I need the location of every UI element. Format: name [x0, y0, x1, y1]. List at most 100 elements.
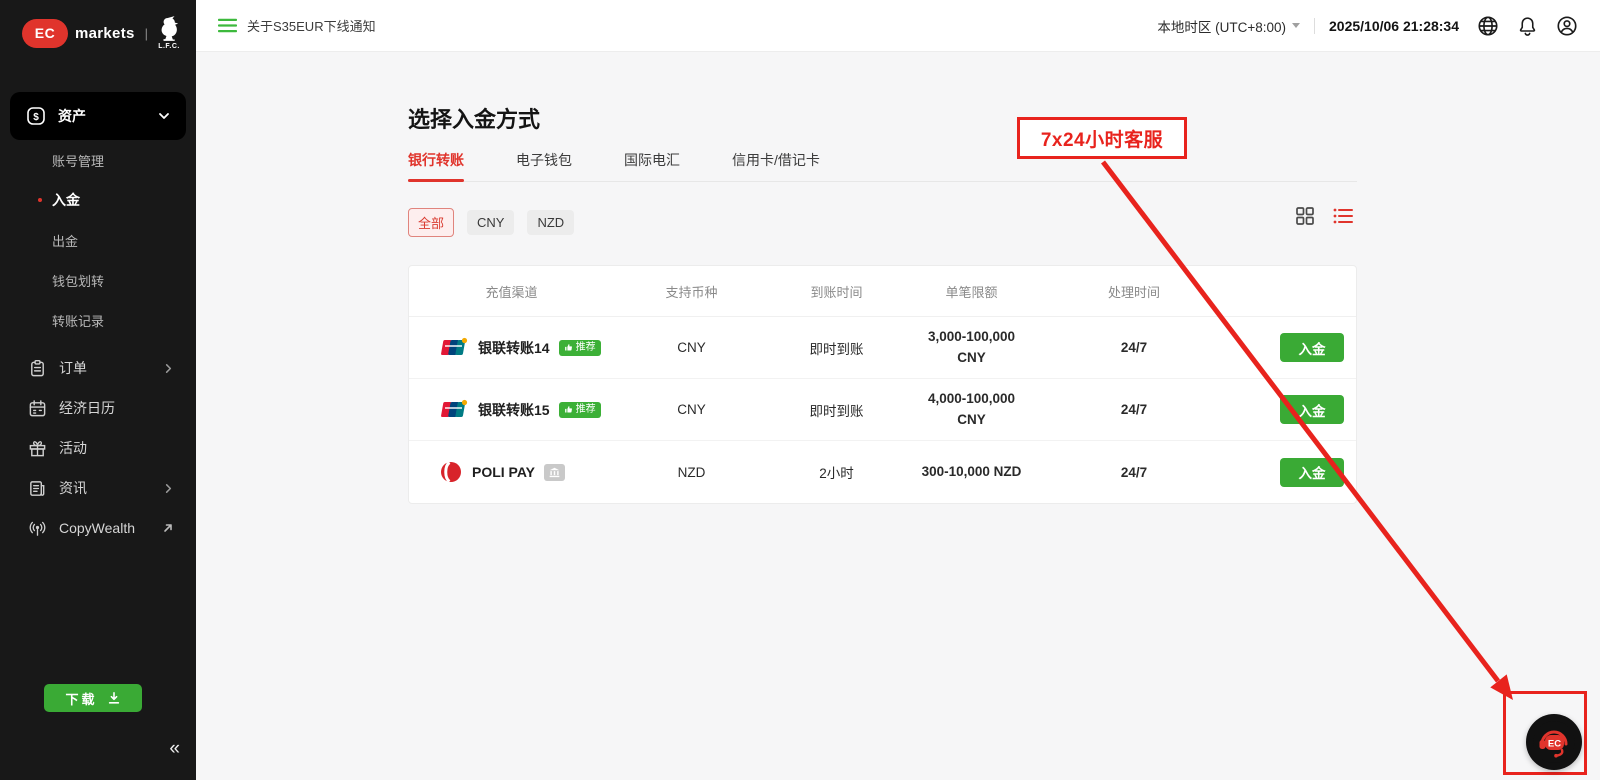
filter-chip-nzd[interactable]: NZD — [527, 210, 574, 235]
sub-item-label: 钱包划转 — [52, 271, 104, 290]
filter-chip-all[interactable]: 全部 — [408, 208, 454, 237]
tab-e-wallet[interactable]: 电子钱包 — [516, 150, 572, 181]
annotation-highlight-box: EC — [1503, 691, 1587, 775]
currency-cell: NZD — [604, 465, 779, 480]
thumb-up-icon — [564, 343, 573, 352]
deposit-button[interactable]: 入金 — [1280, 458, 1344, 487]
tab-bank-transfer[interactable]: 银行转账 — [408, 150, 464, 181]
sidebar-item-copywealth[interactable]: CopyWealth — [0, 508, 196, 548]
limit-cell: 300-10,000 NZD — [913, 462, 1031, 483]
deposit-button[interactable]: 入金 — [1280, 333, 1344, 362]
calendar-icon — [28, 399, 47, 418]
brand-logo: EC markets | L.F.C. — [0, 0, 196, 66]
table-header-row: 充值渠道 支持币种 到账时间 单笔限额 处理时间 — [409, 266, 1356, 317]
sidebar-collapse-button[interactable]: « — [169, 739, 180, 758]
view-toggles — [1295, 206, 1353, 226]
topbar-right: 本地时区 (UTC+8:00) 2025/10/06 21:28:34 — [1157, 15, 1578, 37]
arrival-cell: 即时到账 — [779, 338, 894, 358]
table-row: 银联转账15 推荐 CNY 即时到账 4,000-100,000 CNY 24/… — [409, 379, 1356, 441]
caret-down-icon — [1292, 23, 1300, 28]
unionpay-logo — [439, 337, 469, 358]
customer-service-button[interactable]: EC — [1526, 714, 1582, 770]
arrival-cell: 即时到账 — [779, 400, 894, 420]
processing-cell: 24/7 — [1049, 402, 1219, 417]
processing-cell: 24/7 — [1049, 340, 1219, 355]
download-button[interactable]: 下载 — [44, 684, 142, 712]
list-view-icon[interactable] — [1333, 207, 1353, 225]
server-datetime: 2025/10/06 21:28:34 — [1329, 18, 1459, 34]
brand-divider: | — [145, 26, 148, 41]
currency-cell: CNY — [604, 340, 779, 355]
annotation-label: 7x24小时客服 — [1041, 125, 1163, 152]
sidebar-item-assets[interactable]: $ 资产 — [10, 92, 186, 140]
table-row: 银联转账14 推荐 CNY 即时到账 3,000-100,000 CNY 24/… — [409, 317, 1356, 379]
gift-icon — [28, 439, 47, 458]
arrival-cell: 2小时 — [779, 462, 894, 482]
sidebar-item-deposit[interactable]: 入金 — [0, 180, 196, 220]
lfc-label: L.F.C. — [158, 43, 180, 50]
lfc-logo: L.F.C. — [158, 16, 180, 50]
channel-cell: POLI PAY — [409, 460, 604, 484]
limit-cell: 3,000-100,000 CNY — [913, 327, 1031, 369]
user-account-icon[interactable] — [1556, 15, 1578, 37]
tab-credit-debit-card[interactable]: 信用卡/借记卡 — [732, 150, 820, 181]
sub-item-label: 出金 — [52, 231, 78, 250]
sub-item-label: 入金 — [52, 190, 80, 210]
sidebar-item-label: 经济日历 — [59, 398, 115, 418]
deposit-button[interactable]: 入金 — [1280, 395, 1344, 424]
sidebar-item-activities[interactable]: 活动 — [0, 428, 196, 468]
asset-dollar-icon: $ — [26, 106, 46, 126]
external-link-icon — [162, 522, 174, 534]
broadcast-icon — [28, 519, 47, 538]
notice-text: 关于S35EUR下线通知 — [247, 16, 376, 35]
thumb-up-icon — [564, 405, 573, 414]
page-title: 选择入金方式 — [408, 102, 1357, 134]
processing-cell: 24/7 — [1049, 465, 1219, 480]
sidebar-menu: $ 资产 账号管理 入金 出金 钱包划转 转账记录 — [0, 92, 196, 548]
channel-cell: 银联转账14 推荐 — [409, 337, 604, 358]
news-icon — [28, 479, 47, 498]
sidebar-item-account-management[interactable]: 账号管理 — [0, 140, 196, 180]
notice-list-icon — [218, 18, 237, 33]
svg-text:EC: EC — [1548, 739, 1561, 750]
notifications-bell-icon[interactable] — [1517, 15, 1538, 37]
recommended-badge: 推荐 — [559, 340, 601, 356]
language-globe-icon[interactable] — [1477, 15, 1499, 37]
sidebar-item-label: 资讯 — [59, 478, 87, 498]
col-header-arrival: 到账时间 — [779, 282, 894, 301]
sidebar-item-label: CopyWealth — [59, 520, 135, 536]
liver-bird-icon — [158, 16, 180, 42]
table-row: POLI PAY NZD 2小时 300-10,000 NZD 24/7 入金 — [409, 441, 1356, 503]
brand-name: markets — [75, 25, 135, 42]
sidebar-item-transfer-records[interactable]: 转账记录 — [0, 300, 196, 340]
channel-name: POLI PAY — [472, 464, 535, 480]
sidebar-item-label: 订单 — [59, 358, 87, 378]
col-header-currency: 支持币种 — [604, 282, 779, 301]
sidebar-item-wallet-transfer[interactable]: 钱包划转 — [0, 260, 196, 300]
recommended-badge: 推荐 — [559, 402, 601, 418]
sidebar-item-economic-calendar[interactable]: 经济日历 — [0, 388, 196, 428]
main-content: 选择入金方式 银行转账 电子钱包 国际电汇 信用卡/借记卡 全部 CNY NZD — [196, 52, 1600, 780]
deposit-method-tabs: 银行转账 电子钱包 国际电汇 信用卡/借记卡 — [408, 150, 1357, 182]
badge-label: 推荐 — [576, 342, 596, 354]
notification-banner[interactable]: 关于S35EUR下线通知 — [218, 16, 376, 35]
limit-cell: 4,000-100,000 CNY — [913, 389, 1031, 431]
grid-view-icon[interactable] — [1295, 206, 1315, 226]
sidebar-item-withdraw[interactable]: 出金 — [0, 220, 196, 260]
tab-international-wire[interactable]: 国际电汇 — [624, 150, 680, 181]
unionpay-logo — [439, 399, 469, 420]
sidebar-item-news[interactable]: 资讯 — [0, 468, 196, 508]
download-label: 下载 — [65, 689, 97, 708]
col-header-channel: 充值渠道 — [409, 282, 604, 301]
sidebar-item-label: 资产 — [58, 106, 86, 126]
filter-chip-cny[interactable]: CNY — [467, 210, 514, 235]
orders-icon — [28, 359, 47, 378]
sidebar-item-orders[interactable]: 订单 — [0, 348, 196, 388]
sub-item-label: 账号管理 — [52, 151, 104, 170]
sub-item-label: 转账记录 — [52, 311, 104, 330]
sidebar: EC markets | L.F.C. $ 资产 — [0, 0, 196, 780]
svg-text:$: $ — [33, 112, 39, 123]
currency-cell: CNY — [604, 402, 779, 417]
annotation-callout: 7x24小时客服 — [1017, 117, 1187, 159]
timezone-selector[interactable]: 本地时区 (UTC+8:00) — [1157, 16, 1300, 36]
